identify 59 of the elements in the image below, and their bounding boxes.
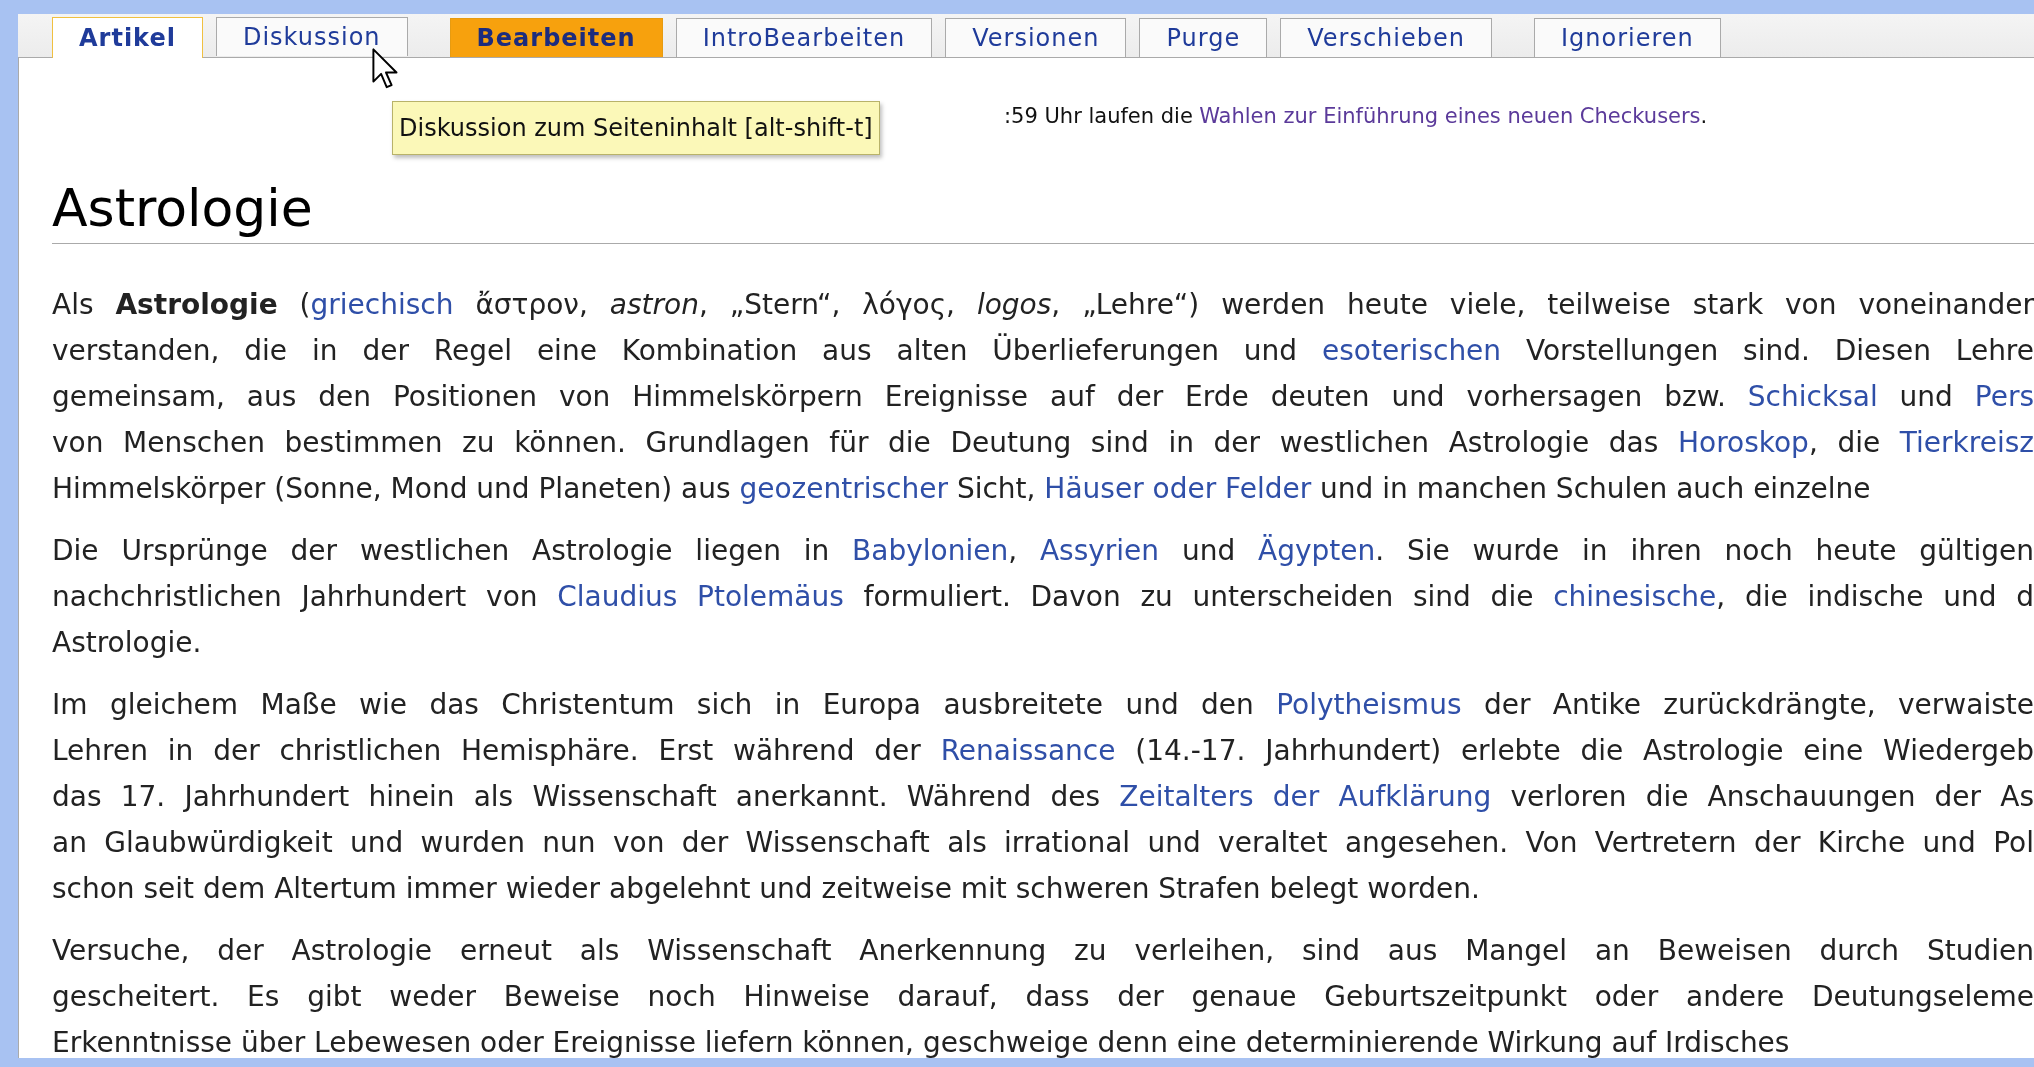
tab[interactable]: Bearbeiten [449, 18, 663, 57]
paragraph-text: . Sie wurde in ihren noch heute gültigen [1375, 534, 2034, 567]
paragraph-text: an Glaubwürdigkeit und wurden nun von der Wissenschaft als irrational und veraltet angesehen. Von Vertretern der Kirche und Pol [52, 826, 2034, 859]
article-link[interactable]: Häuser oder Felder [1044, 472, 1312, 505]
article-link[interactable]: Claudius Ptolemäus [557, 580, 844, 613]
article-link[interactable]: esoterischen [1321, 334, 1502, 367]
notice-text: . [1700, 104, 1708, 128]
paragraph-text: von Menschen bestimmen zu können. Grundlagen für die Deutung sind in der westlichen Astrologie das [52, 426, 1660, 459]
tab[interactable]: IntroBearbeiten [675, 18, 933, 57]
article-link[interactable]: Schicksal [1747, 380, 1878, 413]
article-link[interactable]: Assyrien [1039, 534, 1160, 567]
tab[interactable]: Ignorieren [1533, 18, 1721, 57]
paragraph-text: Als Astrologie ( [52, 288, 311, 321]
paragraph-text: verstanden, die in der Regel eine Kombination aus alten Überlieferungen und [52, 334, 1299, 367]
paragraph-text: gescheitert. Es gibt weder Beweise noch Hinweise darauf, dass der genaue Geburtszeitpunkt oder andere Deutungseleme [52, 980, 2034, 1013]
tab[interactable]: Artikel [52, 17, 203, 58]
paragraph-text: und [1898, 380, 1954, 413]
article-link[interactable]: Ägypten [1258, 534, 1376, 567]
notice-text: :59 Uhr laufen die [1004, 104, 1193, 128]
article-link[interactable]: Tierkreisz [1899, 426, 2034, 459]
paragraph-text: , [1008, 534, 1019, 567]
paragraph-text: Versuche, der Astrologie erneut als Wissenschaft Anerkennung zu verleihen, sind aus Mangel an Beweisen durch Studien [52, 934, 2034, 967]
article-title: Astrologie [52, 177, 2034, 244]
paragraph-text: formuliert. Davon zu unterscheiden sind die [862, 580, 1535, 613]
paragraph-text: gemeinsam, aus den Positionen von Himmelskörpern Ereignisse auf der Erde deuten und vorhersagen bzw. [52, 380, 1727, 413]
tab[interactable]: Purge [1139, 18, 1268, 57]
paragraph-text: der Antike zurückdrängte, verwaiste [1482, 688, 2034, 721]
tooltip: Diskussion zum Seiteninhalt [alt-shift-t] [392, 101, 880, 155]
article-link[interactable]: Polytheismus [1276, 688, 1462, 721]
paragraph-text: Sicht, [955, 472, 1037, 505]
article-link[interactable]: geozentrischer [739, 472, 948, 505]
paragraph-text: Im gleichem Maße wie das Christentum sich in Europa ausbreitete und den [52, 688, 1255, 721]
paragraph-text: und [1180, 534, 1237, 567]
notice-link[interactable]: Wahlen zur Einführung eines neuen Checkusers [1199, 104, 1701, 128]
paragraph-text: nachchristlichen Jahrhundert von [52, 580, 539, 613]
tab[interactable]: Versionen [945, 18, 1127, 57]
paragraph-text: und in manchen Schulen auch einzelne [1319, 472, 1871, 505]
paragraph-text: Himmelskörper (Sonne, Mond und Planeten) aus [52, 472, 732, 505]
paragraph-text: Die Ursprünge der westlichen Astrologie liegen in [52, 534, 831, 567]
paragraph-text: schon seit dem Altertum immer wieder abgelehnt und zeitweise mit schweren Strafen belegt worden. [52, 872, 1480, 905]
paragraph-text: , die indische und d [1716, 580, 2034, 613]
paragraph-text: Vorstellungen sind. Diesen Lehre [1525, 334, 2034, 367]
paragraph-text: (14.-17. Jahrhundert) erlebte die Astrologie eine Wiedergeb [1134, 734, 2034, 767]
article-link[interactable]: Horoskop [1677, 426, 1809, 459]
tab[interactable]: Diskussion [215, 17, 408, 56]
paragraph-text: ἄστρον, astron, „Stern“, λόγος, logos, „Lehre“) werden heute viele, teilweise stark von voneinander [474, 288, 2034, 321]
paragraph-text: , die [1808, 426, 1882, 459]
paragraph-text: Lehren in der christlichen Hemisphäre. Erst während der [52, 734, 922, 767]
paragraph-text: Erkenntnisse über Lebewesen oder Ereignisse liefern können, geschweige denn eine determinierende Wirkung auf Irdisches [52, 1026, 1790, 1059]
article-link[interactable]: griechisch [310, 288, 454, 321]
paragraph-text: das 17. Jahrhundert hinein als Wissenschaft anerkannt. Während des [52, 780, 1102, 813]
article-link[interactable]: Babylonien [852, 534, 1009, 567]
article-link[interactable]: Zeitalters der Aufklärung [1119, 780, 1492, 813]
paragraph-text: verloren die Anschauungen der As [1509, 780, 2034, 813]
tab[interactable]: Verschieben [1280, 18, 1492, 57]
paragraph-text: Astrologie. [52, 626, 202, 659]
article-link[interactable]: Pers [1974, 380, 2034, 413]
article-link[interactable]: chinesische [1553, 580, 1717, 613]
article-link[interactable]: Renaissance [940, 734, 1116, 767]
